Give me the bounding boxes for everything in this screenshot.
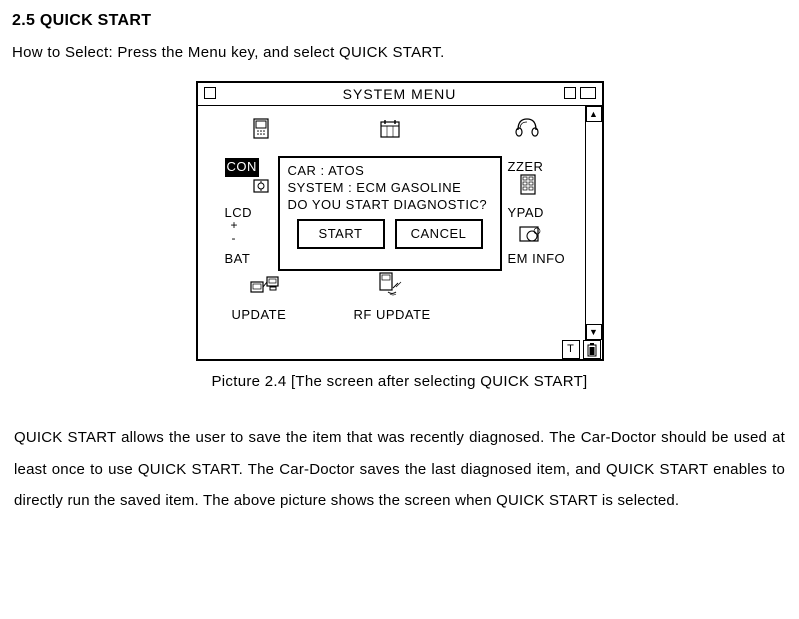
battery-icon xyxy=(583,340,601,359)
titlebar-control-left xyxy=(204,87,216,99)
body-paragraph: QUICK START allows the user to save the … xyxy=(14,422,785,517)
titlebar-text: SYSTEM MENU xyxy=(343,85,457,105)
label-rfupdate: RF UPDATE xyxy=(354,306,431,324)
status-tray: T xyxy=(562,340,601,359)
status-t: T xyxy=(562,340,580,359)
label-ypad: YPAD xyxy=(508,204,544,222)
dialog-line-2: SYSTEM : ECM GASOLINE xyxy=(288,179,492,196)
label-con: CON xyxy=(225,158,259,176)
device-icon xyxy=(250,118,274,140)
computer-link-icon xyxy=(250,274,280,296)
section-heading: 2.5 QUICK START xyxy=(12,10,787,32)
titlebar-control-right-1 xyxy=(564,87,576,99)
system-menu-screenshot: SYSTEM MENU CON ZZER xyxy=(196,81,604,361)
titlebar: SYSTEM MENU xyxy=(198,83,602,106)
dialog-line-1: CAR : ATOS xyxy=(288,162,492,179)
label-eminfo: EM INFO xyxy=(508,250,566,268)
scroll-up-button[interactable]: ▲ xyxy=(586,106,602,122)
cancel-button[interactable]: CANCEL xyxy=(395,219,483,249)
how-to-text: How to Select: Press the Menu key, and s… xyxy=(12,42,787,63)
screenshot-container: SYSTEM MENU CON ZZER xyxy=(12,81,787,361)
headphones-icon xyxy=(514,116,540,140)
minus-sign: - xyxy=(232,232,236,244)
info-card-icon xyxy=(518,224,542,246)
dialog-text: CAR : ATOS SYSTEM : ECM GASOLINE DO YOU … xyxy=(280,158,500,215)
quick-start-dialog: CAR : ATOS SYSTEM : ECM GASOLINE DO YOU … xyxy=(278,156,502,271)
wireless-device-icon xyxy=(376,272,404,298)
dialog-line-3: DO YOU START DIAGNOSTIC? xyxy=(288,196,492,213)
scrollbar[interactable]: ▲ ▼ xyxy=(585,106,602,340)
scroll-down-button[interactable]: ▼ xyxy=(586,324,602,340)
label-bat: BAT xyxy=(225,250,251,268)
start-button[interactable]: START xyxy=(297,219,385,249)
calendar-icon xyxy=(378,118,402,140)
dialog-buttons: START CANCEL xyxy=(280,219,500,249)
brightness-icon xyxy=(250,176,274,198)
label-update: UPDATE xyxy=(232,306,287,324)
screen-body: CON ZZER LCD + - YPAD BAT EM INFO xyxy=(198,106,602,360)
figure-caption: Picture 2.4 [The screen after selecting … xyxy=(12,371,787,392)
plus-sign: + xyxy=(231,219,238,231)
label-lcd: LCD xyxy=(225,204,253,222)
titlebar-control-right-2 xyxy=(580,87,596,99)
keypad-icon xyxy=(518,174,542,196)
